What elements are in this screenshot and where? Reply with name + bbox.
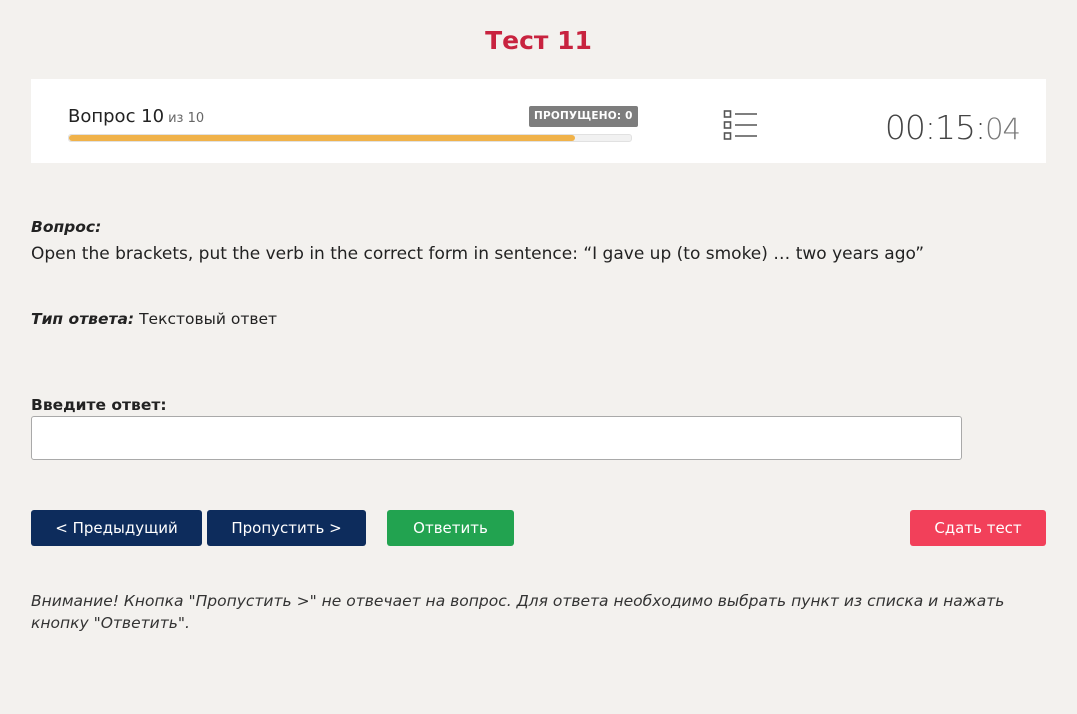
- progress-bar-fill: [69, 135, 575, 141]
- question-counter: Вопрос 10 из 10: [68, 106, 204, 127]
- question-label: Вопрос:: [31, 218, 102, 236]
- previous-button[interactable]: < Предыдущий: [31, 510, 202, 546]
- question-total: из 10: [168, 111, 205, 126]
- answer-type: Тип ответа: Текстовый ответ: [31, 310, 277, 328]
- page-title: Тест 11: [485, 26, 592, 55]
- answer-input[interactable]: [31, 416, 962, 460]
- answer-type-value: Текстовый ответ: [139, 310, 278, 328]
- progress-bar: [68, 134, 632, 142]
- question-text: Open the brackets, put the verb in the c…: [31, 244, 925, 264]
- question-number: Вопрос 10: [68, 106, 165, 127]
- timer: 00:15:04: [884, 108, 1021, 147]
- skip-button[interactable]: Пропустить >: [207, 510, 366, 546]
- warning-text: Внимание! Кнопка "Пропустить >" не отвеч…: [31, 592, 1005, 632]
- answer-input-label: Введите ответ:: [31, 396, 167, 414]
- answer-button[interactable]: Ответить: [387, 510, 514, 546]
- answer-type-label: Тип ответа:: [31, 310, 135, 328]
- submit-test-button[interactable]: Сдать тест: [910, 510, 1046, 546]
- timer-main: 00:15:: [884, 108, 986, 147]
- list-icon[interactable]: [723, 109, 759, 141]
- skipped-badge: ПРОПУЩЕНО: 0: [529, 106, 638, 127]
- timer-seconds: 04: [985, 112, 1021, 146]
- progress-panel: Вопрос 10 из 10 ПРОПУЩЕНО: 0 00:15:04: [31, 79, 1046, 163]
